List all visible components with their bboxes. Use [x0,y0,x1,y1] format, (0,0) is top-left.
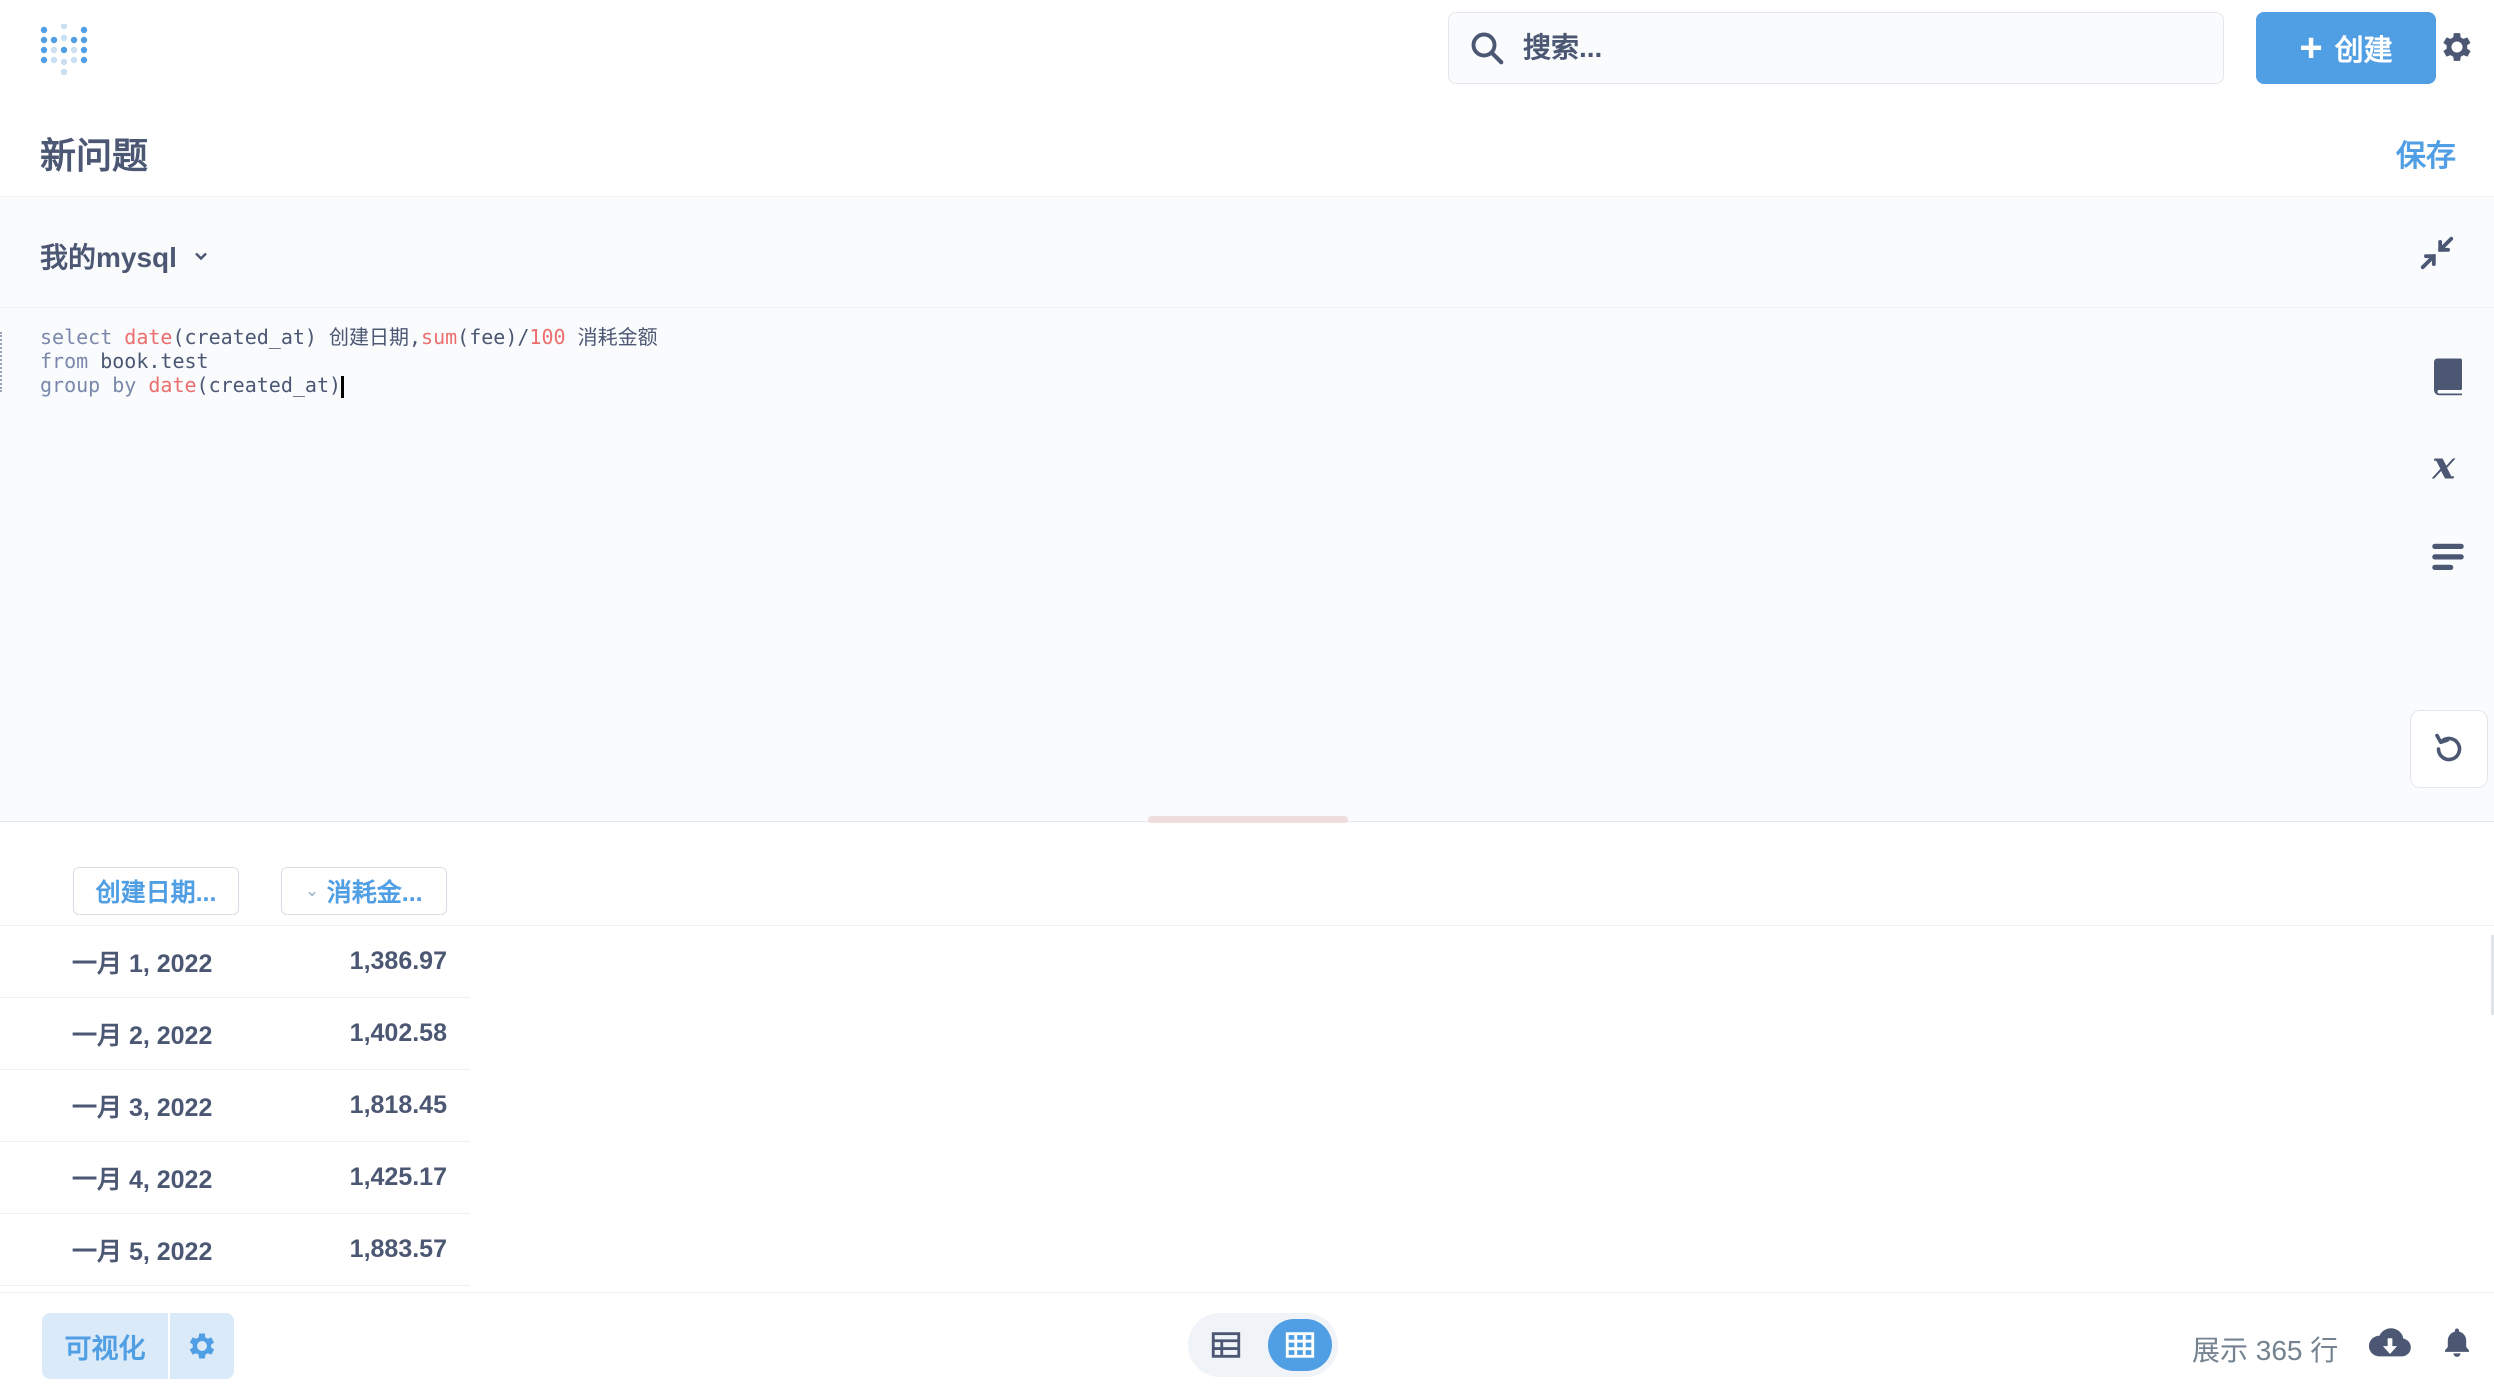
data-reference-button[interactable] [2420,348,2476,404]
visualization-controls: 可视化 [42,1313,234,1379]
metabase-logo-icon[interactable] [38,24,90,76]
refresh-icon [2435,733,2462,762]
code-line-2: from book.test [40,349,209,373]
visualization-settings-button[interactable] [170,1313,234,1379]
page-title: 新问题 [40,135,149,176]
top-nav: + 创建 [0,0,2494,97]
date-cell: 一月 1, 2022 [72,949,213,978]
search-icon [1471,32,1504,65]
editor-sidebar-tools: x [2420,348,2476,618]
code-line-3: group by date(created_at) [40,373,658,398]
search-bar[interactable] [1448,12,2224,84]
plus-icon: + [2299,26,2323,70]
table-row[interactable]: 一月 5, 2022 1,883.57 [0,1214,470,1286]
footer-bar: 可视化 展示 365 行 [0,1292,2494,1385]
database-name: 我的mysql [40,242,177,273]
variable-x-icon: x [2431,445,2456,487]
snippet-lines-icon [2432,543,2464,570]
table-icon [1211,1332,1241,1358]
download-cloud-icon[interactable] [2368,1325,2412,1361]
table-row[interactable]: 一月 2, 2022 1,402.58 [0,998,470,1070]
variables-button[interactable]: x [2420,438,2476,494]
save-button[interactable]: 保存 [2396,131,2456,175]
editor-gutter [0,332,4,392]
snippets-button[interactable] [2420,528,2476,584]
bell-icon[interactable] [2440,1323,2474,1361]
amount-cell: 1,818.45 [349,1091,447,1119]
grid-view-toggle[interactable] [1268,1319,1332,1371]
table-row[interactable]: 一月 1, 2022 1,386.97 [0,926,470,998]
editor-resize-handle[interactable] [1148,816,1348,823]
collapse-editor-icon[interactable] [2418,234,2456,272]
date-cell: 一月 5, 2022 [72,1237,213,1266]
gear-icon [189,1333,215,1359]
settings-gear-icon[interactable] [2438,28,2476,66]
sort-chevron-icon: ⌄ [305,883,319,900]
amount-cell: 1,402.58 [349,1019,447,1047]
date-cell: 一月 3, 2022 [72,1093,213,1122]
column-header-label: 创建日期... [95,879,217,907]
table-row[interactable]: 一月 3, 2022 1,818.45 [0,1070,470,1142]
table-row[interactable]: 一月 4, 2022 1,425.17 [0,1142,470,1214]
results-panel: 创建日期... ⌄ 消耗金... 一月 1, 2022 1,386.97 一月 2… [0,823,2494,1293]
column-header-date[interactable]: 创建日期... [73,867,239,915]
table-header: 创建日期... ⌄ 消耗金... [0,823,2494,926]
table-view-toggle[interactable] [1194,1319,1258,1371]
question-header: 新问题 保存 [0,97,2494,197]
date-cell: 一月 4, 2022 [72,1165,213,1194]
row-count-label: 展示 365 行 [2192,1335,2339,1366]
grid-icon [1285,1332,1315,1358]
table-body: 一月 1, 2022 1,386.97 一月 2, 2022 1,402.58 一月… [0,926,470,1286]
amount-cell: 1,883.57 [349,1235,447,1263]
amount-cell: 1,425.17 [349,1163,447,1191]
database-selector-row: 我的mysql [0,198,2494,308]
database-selector[interactable]: 我的mysql [40,236,211,276]
sql-editor-panel: 我的mysql select date(created_at) 创建日期,sum… [0,198,2494,823]
svg-text:x: x [2431,445,2456,487]
run-query-button[interactable] [2410,710,2488,788]
chevron-down-icon [195,252,207,261]
column-header-label: 消耗金... [326,879,423,907]
create-button[interactable]: + 创建 [2256,12,2436,84]
code-line-1: select date(created_at) 创建日期,sum(fee)/10… [40,325,658,349]
column-header-amount[interactable]: ⌄ 消耗金... [281,867,447,915]
view-mode-toggle [1188,1313,1338,1377]
text-cursor [341,375,345,398]
book-icon [2434,358,2462,396]
create-label: 创建 [2334,35,2393,67]
visualize-button[interactable]: 可视化 [42,1313,168,1379]
date-cell: 一月 2, 2022 [72,1021,213,1050]
amount-cell: 1,386.97 [349,947,447,975]
search-input[interactable] [1523,32,2173,64]
sql-code-area[interactable]: select date(created_at) 创建日期,sum(fee)/10… [40,325,658,398]
